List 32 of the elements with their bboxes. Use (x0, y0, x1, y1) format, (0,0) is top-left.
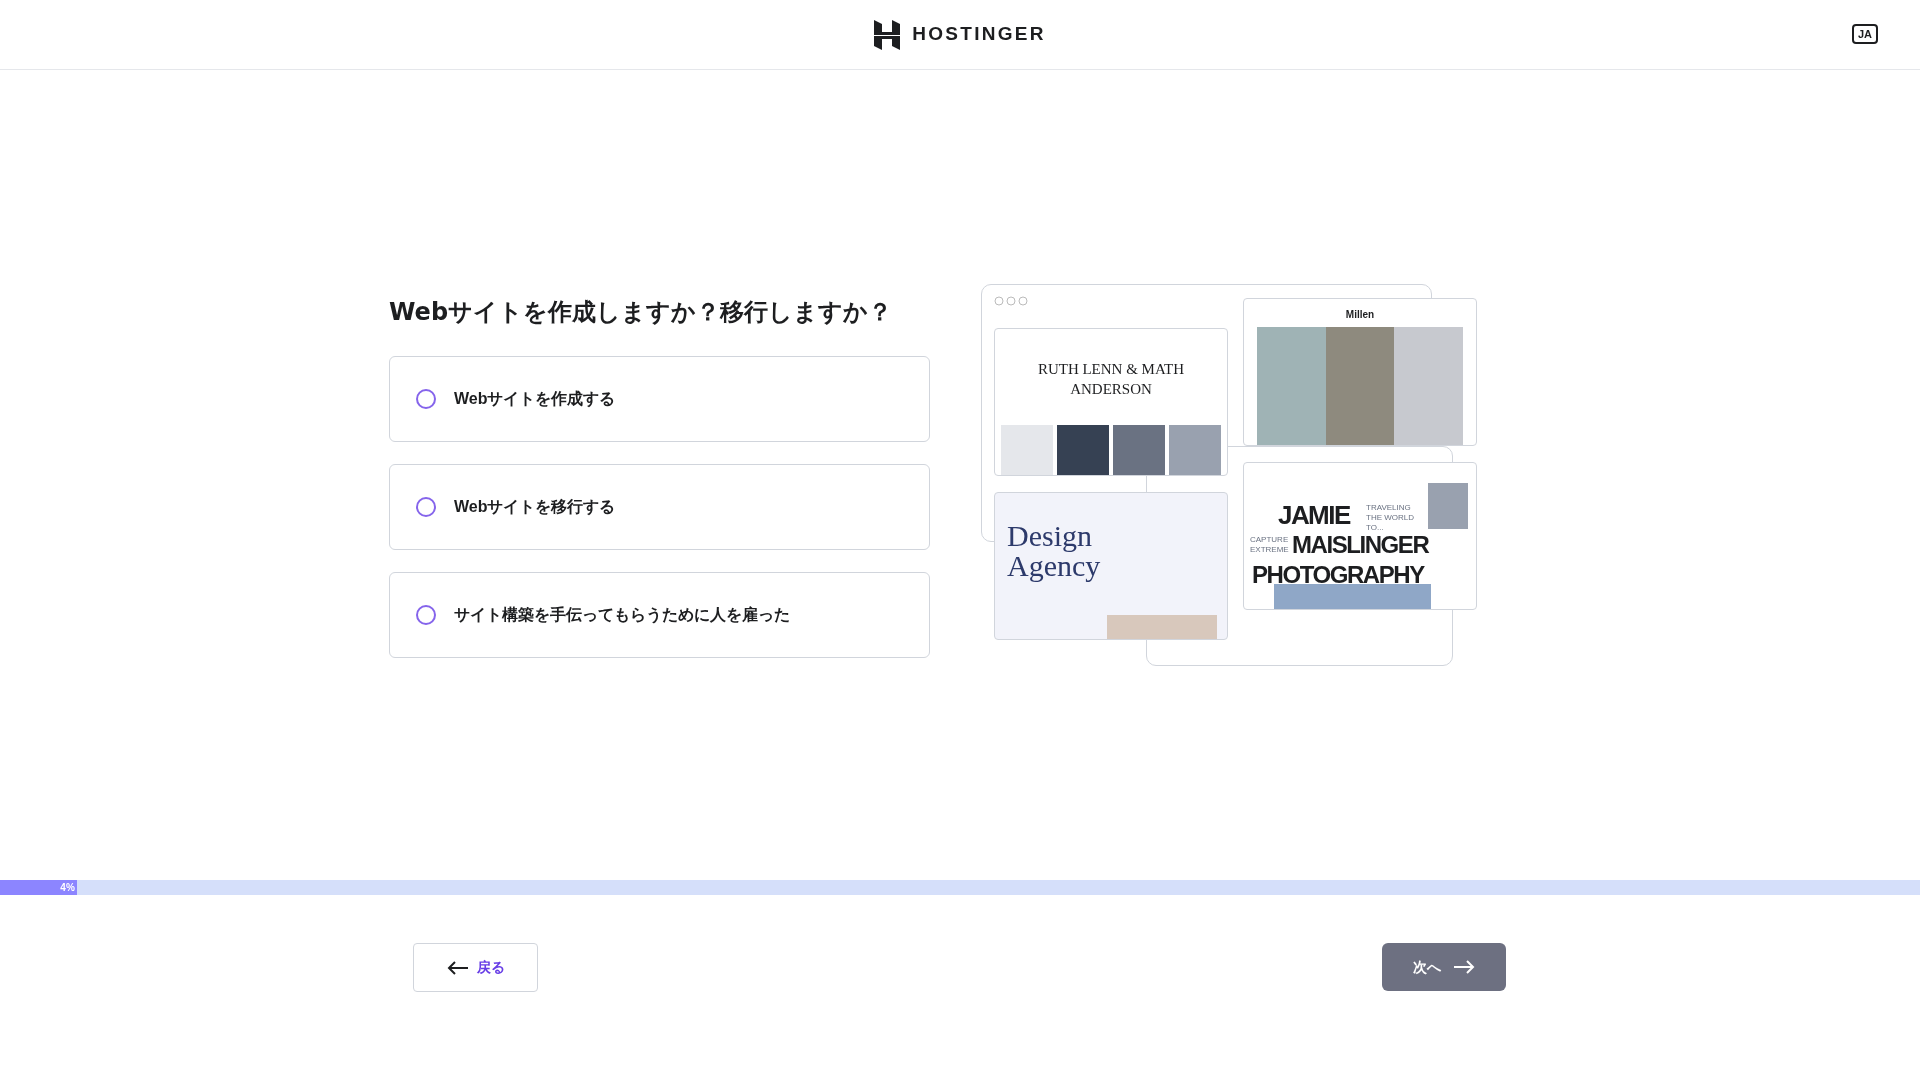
brand-name: HOSTINGER (912, 22, 1046, 47)
option-card[interactable]: サイト構築を手伝ってもらうために人を雇った (389, 572, 930, 658)
template-title: RUTH LENN & MATH ANDERSON (1036, 360, 1186, 399)
photo-placeholder (1057, 425, 1109, 475)
template-title: Design Agency (1007, 521, 1102, 581)
back-button[interactable]: 戻る (413, 943, 538, 992)
arrow-left-icon (446, 960, 469, 975)
template-title: PHOTOGRAPHY (1252, 561, 1424, 589)
next-button[interactable]: 次へ (1382, 943, 1506, 991)
option-label: Webサイトを作成する (454, 389, 616, 409)
language-selector[interactable]: JA (1851, 24, 1878, 44)
radio-button[interactable] (416, 497, 436, 517)
photo-placeholder (1001, 425, 1053, 475)
option-label: サイト構築を手伝ってもらうために人を雇った (454, 605, 790, 626)
radio-button[interactable] (416, 389, 436, 409)
option-card[interactable]: Webサイトを移行する (389, 464, 930, 550)
template-title: MAISLINGER (1292, 531, 1429, 559)
template-title: Millen (1345, 308, 1375, 322)
progress-label: 4% (60, 881, 76, 895)
radio-button[interactable] (416, 605, 436, 625)
option-card[interactable]: Webサイトを作成する (389, 356, 930, 442)
template-tagline: CAPTURE EXTREME (1250, 535, 1290, 555)
arrow-right-icon (1453, 960, 1475, 974)
template-title: JAMIE (1278, 501, 1350, 529)
template-tagline: TRAVELING THE WORLD TO... (1366, 503, 1415, 533)
question-title: Webサイトを作成しますか？移行しますか？ (389, 297, 894, 328)
logo-icon (874, 19, 901, 50)
option-label: Webサイトを移行する (454, 497, 616, 517)
photo-placeholder (1169, 425, 1221, 475)
photo-placeholder (1428, 483, 1468, 529)
window-dots-icon (994, 296, 1028, 306)
photo-placeholder (1113, 425, 1165, 475)
